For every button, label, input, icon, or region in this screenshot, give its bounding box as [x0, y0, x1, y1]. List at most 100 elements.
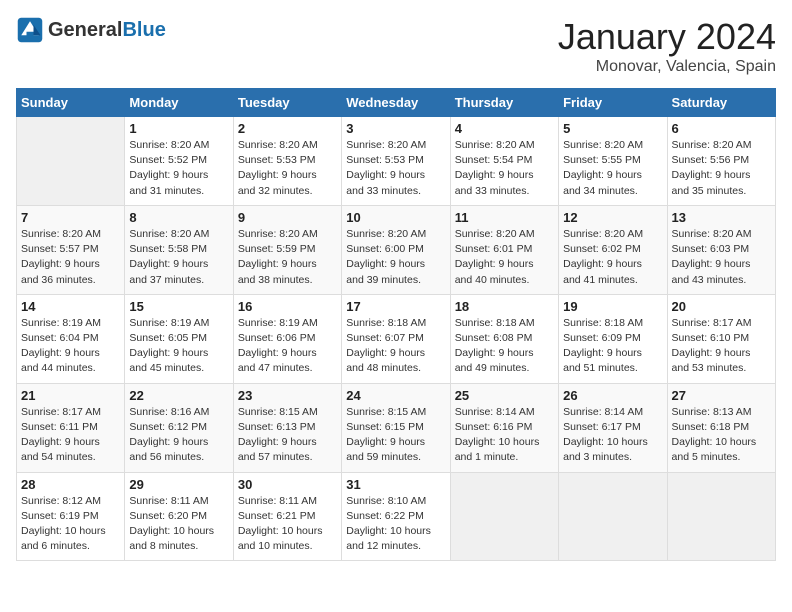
day-info: Sunrise: 8:11 AM Sunset: 6:20 PM Dayligh…	[129, 494, 228, 555]
day-number: 12	[563, 210, 662, 225]
calendar-cell: 11 Sunrise: 8:20 AM Sunset: 6:01 PM Dayli…	[450, 205, 558, 294]
weekday-header-sunday: Sunday	[17, 89, 125, 117]
weekday-header-tuesday: Tuesday	[233, 89, 341, 117]
calendar-week-row: 21 Sunrise: 8:17 AM Sunset: 6:11 PM Dayli…	[17, 383, 776, 472]
day-info: Sunrise: 8:20 AM Sunset: 5:52 PM Dayligh…	[129, 138, 228, 199]
day-number: 28	[21, 477, 120, 492]
calendar-cell: 24 Sunrise: 8:15 AM Sunset: 6:15 PM Dayli…	[342, 383, 450, 472]
calendar-cell: 8 Sunrise: 8:20 AM Sunset: 5:58 PM Daylig…	[125, 205, 233, 294]
calendar-cell: 28 Sunrise: 8:12 AM Sunset: 6:19 PM Dayli…	[17, 472, 125, 561]
day-number: 11	[455, 210, 554, 225]
calendar-cell: 1 Sunrise: 8:20 AM Sunset: 5:52 PM Daylig…	[125, 117, 233, 206]
day-number: 4	[455, 121, 554, 136]
calendar-cell: 3 Sunrise: 8:20 AM Sunset: 5:53 PM Daylig…	[342, 117, 450, 206]
calendar-cell	[667, 472, 775, 561]
day-info: Sunrise: 8:11 AM Sunset: 6:21 PM Dayligh…	[238, 494, 337, 555]
calendar-week-row: 28 Sunrise: 8:12 AM Sunset: 6:19 PM Dayli…	[17, 472, 776, 561]
calendar-cell	[450, 472, 558, 561]
day-number: 3	[346, 121, 445, 136]
day-info: Sunrise: 8:14 AM Sunset: 6:16 PM Dayligh…	[455, 405, 554, 466]
day-info: Sunrise: 8:15 AM Sunset: 6:13 PM Dayligh…	[238, 405, 337, 466]
day-number: 24	[346, 388, 445, 403]
day-number: 30	[238, 477, 337, 492]
logo-general-text: General	[48, 19, 122, 41]
calendar-cell: 7 Sunrise: 8:20 AM Sunset: 5:57 PM Daylig…	[17, 205, 125, 294]
weekday-header-monday: Monday	[125, 89, 233, 117]
day-number: 29	[129, 477, 228, 492]
day-info: Sunrise: 8:20 AM Sunset: 5:54 PM Dayligh…	[455, 138, 554, 199]
day-info: Sunrise: 8:20 AM Sunset: 6:03 PM Dayligh…	[672, 227, 771, 288]
day-number: 23	[238, 388, 337, 403]
day-info: Sunrise: 8:12 AM Sunset: 6:19 PM Dayligh…	[21, 494, 120, 555]
day-info: Sunrise: 8:17 AM Sunset: 6:11 PM Dayligh…	[21, 405, 120, 466]
day-number: 16	[238, 299, 337, 314]
day-info: Sunrise: 8:17 AM Sunset: 6:10 PM Dayligh…	[672, 316, 771, 377]
day-number: 22	[129, 388, 228, 403]
calendar-cell	[559, 472, 667, 561]
day-info: Sunrise: 8:20 AM Sunset: 5:57 PM Dayligh…	[21, 227, 120, 288]
day-info: Sunrise: 8:19 AM Sunset: 6:06 PM Dayligh…	[238, 316, 337, 377]
day-number: 13	[672, 210, 771, 225]
day-info: Sunrise: 8:18 AM Sunset: 6:08 PM Dayligh…	[455, 316, 554, 377]
logo-icon	[16, 16, 44, 44]
day-number: 6	[672, 121, 771, 136]
day-number: 27	[672, 388, 771, 403]
calendar-week-row: 7 Sunrise: 8:20 AM Sunset: 5:57 PM Daylig…	[17, 205, 776, 294]
day-number: 5	[563, 121, 662, 136]
day-number: 19	[563, 299, 662, 314]
calendar-cell: 13 Sunrise: 8:20 AM Sunset: 6:03 PM Dayli…	[667, 205, 775, 294]
day-info: Sunrise: 8:15 AM Sunset: 6:15 PM Dayligh…	[346, 405, 445, 466]
day-info: Sunrise: 8:20 AM Sunset: 5:53 PM Dayligh…	[238, 138, 337, 199]
day-info: Sunrise: 8:14 AM Sunset: 6:17 PM Dayligh…	[563, 405, 662, 466]
calendar-cell: 17 Sunrise: 8:18 AM Sunset: 6:07 PM Dayli…	[342, 294, 450, 383]
calendar-cell: 29 Sunrise: 8:11 AM Sunset: 6:20 PM Dayli…	[125, 472, 233, 561]
calendar-cell: 31Sunrise: 8:10 AM Sunset: 6:22 PM Dayli…	[342, 472, 450, 561]
month-title: January 2024	[558, 16, 776, 58]
calendar-table: SundayMondayTuesdayWednesdayThursdayFrid…	[16, 88, 776, 561]
title-area: January 2024 Monovar, Valencia, Spain	[558, 16, 776, 76]
day-number: 17	[346, 299, 445, 314]
day-number: 10	[346, 210, 445, 225]
logo-blue-text: Blue	[122, 19, 165, 41]
day-number: 8	[129, 210, 228, 225]
calendar-cell: 12 Sunrise: 8:20 AM Sunset: 6:02 PM Dayli…	[559, 205, 667, 294]
day-info: Sunrise: 8:20 AM Sunset: 6:01 PM Dayligh…	[455, 227, 554, 288]
calendar-week-row: 14Sunrise: 8:19 AM Sunset: 6:04 PM Dayli…	[17, 294, 776, 383]
day-info: Sunrise: 8:20 AM Sunset: 5:53 PM Dayligh…	[346, 138, 445, 199]
calendar-cell: 5 Sunrise: 8:20 AM Sunset: 5:55 PM Daylig…	[559, 117, 667, 206]
header: GeneralBlue January 2024 Monovar, Valenc…	[16, 16, 776, 76]
day-number: 9	[238, 210, 337, 225]
day-number: 7	[21, 210, 120, 225]
calendar-cell: 16 Sunrise: 8:19 AM Sunset: 6:06 PM Dayli…	[233, 294, 341, 383]
day-info: Sunrise: 8:20 AM Sunset: 5:56 PM Dayligh…	[672, 138, 771, 199]
day-info: Sunrise: 8:18 AM Sunset: 6:07 PM Dayligh…	[346, 316, 445, 377]
weekday-header-wednesday: Wednesday	[342, 89, 450, 117]
day-number: 1	[129, 121, 228, 136]
day-info: Sunrise: 8:20 AM Sunset: 5:58 PM Dayligh…	[129, 227, 228, 288]
calendar-cell: 18Sunrise: 8:18 AM Sunset: 6:08 PM Dayli…	[450, 294, 558, 383]
day-number: 26	[563, 388, 662, 403]
calendar-cell: 4 Sunrise: 8:20 AM Sunset: 5:54 PM Daylig…	[450, 117, 558, 206]
day-number: 25	[455, 388, 554, 403]
day-info: Sunrise: 8:16 AM Sunset: 6:12 PM Dayligh…	[129, 405, 228, 466]
calendar-week-row: 1 Sunrise: 8:20 AM Sunset: 5:52 PM Daylig…	[17, 117, 776, 206]
calendar-cell: 14Sunrise: 8:19 AM Sunset: 6:04 PM Dayli…	[17, 294, 125, 383]
calendar-cell: 15Sunrise: 8:19 AM Sunset: 6:05 PM Dayli…	[125, 294, 233, 383]
calendar-cell: 27 Sunrise: 8:13 AM Sunset: 6:18 PM Dayli…	[667, 383, 775, 472]
calendar-cell: 20 Sunrise: 8:17 AM Sunset: 6:10 PM Dayli…	[667, 294, 775, 383]
calendar-cell: 25 Sunrise: 8:14 AM Sunset: 6:16 PM Dayli…	[450, 383, 558, 472]
calendar-cell	[17, 117, 125, 206]
calendar-cell: 6 Sunrise: 8:20 AM Sunset: 5:56 PM Daylig…	[667, 117, 775, 206]
calendar-cell: 23 Sunrise: 8:15 AM Sunset: 6:13 PM Dayli…	[233, 383, 341, 472]
day-info: Sunrise: 8:13 AM Sunset: 6:18 PM Dayligh…	[672, 405, 771, 466]
day-info: Sunrise: 8:20 AM Sunset: 6:02 PM Dayligh…	[563, 227, 662, 288]
day-info: Sunrise: 8:20 AM Sunset: 5:55 PM Dayligh…	[563, 138, 662, 199]
day-number: 21	[21, 388, 120, 403]
logo: GeneralBlue	[16, 16, 166, 44]
weekday-header-thursday: Thursday	[450, 89, 558, 117]
day-number: 20	[672, 299, 771, 314]
calendar-cell: 19Sunrise: 8:18 AM Sunset: 6:09 PM Dayli…	[559, 294, 667, 383]
day-info: Sunrise: 8:20 AM Sunset: 6:00 PM Dayligh…	[346, 227, 445, 288]
calendar-cell: 30 Sunrise: 8:11 AM Sunset: 6:21 PM Dayli…	[233, 472, 341, 561]
day-info: Sunrise: 8:19 AM Sunset: 6:05 PM Dayligh…	[129, 316, 228, 377]
